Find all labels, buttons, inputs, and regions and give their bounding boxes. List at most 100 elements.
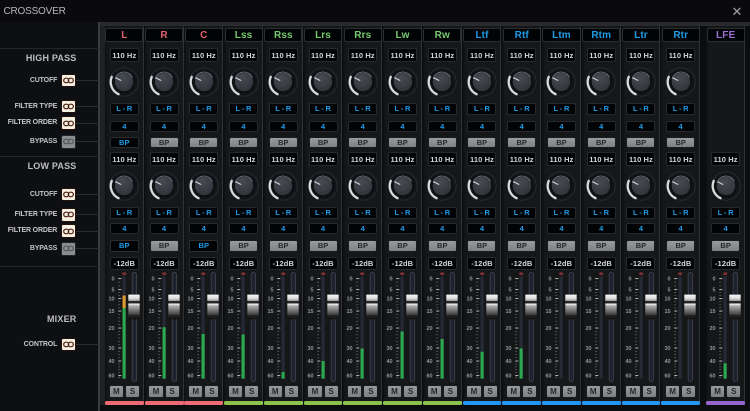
svg-text:60: 60 bbox=[188, 374, 194, 380]
svg-text:15: 15 bbox=[546, 309, 552, 315]
svg-text:60: 60 bbox=[585, 374, 591, 380]
svg-text:40: 40 bbox=[267, 359, 273, 365]
svg-text:40: 40 bbox=[710, 359, 716, 365]
svg-text:5: 5 bbox=[549, 288, 552, 294]
svg-text:0: 0 bbox=[713, 277, 716, 283]
svg-text:30: 30 bbox=[506, 346, 512, 352]
svg-text:15: 15 bbox=[665, 309, 671, 315]
svg-text:60: 60 bbox=[506, 374, 512, 380]
svg-text:60: 60 bbox=[426, 374, 432, 380]
svg-text:20: 20 bbox=[228, 326, 234, 332]
svg-text:5: 5 bbox=[191, 288, 194, 294]
svg-text:40: 40 bbox=[228, 359, 234, 365]
svg-text:40: 40 bbox=[585, 359, 591, 365]
svg-text:15: 15 bbox=[108, 309, 114, 315]
svg-text:20: 20 bbox=[546, 326, 552, 332]
svg-text:40: 40 bbox=[665, 359, 671, 365]
svg-text:30: 30 bbox=[426, 346, 432, 352]
svg-text:15: 15 bbox=[267, 309, 273, 315]
svg-text:60: 60 bbox=[387, 374, 393, 380]
svg-text:40: 40 bbox=[625, 359, 631, 365]
svg-text:5: 5 bbox=[350, 288, 353, 294]
svg-text:10: 10 bbox=[228, 297, 234, 303]
svg-text:10: 10 bbox=[546, 297, 552, 303]
svg-text:15: 15 bbox=[585, 309, 591, 315]
svg-text:40: 40 bbox=[148, 359, 154, 365]
svg-text:5: 5 bbox=[509, 288, 512, 294]
svg-text:60: 60 bbox=[625, 374, 631, 380]
svg-text:15: 15 bbox=[466, 309, 472, 315]
svg-text:0: 0 bbox=[668, 277, 671, 283]
svg-text:20: 20 bbox=[506, 326, 512, 332]
svg-text:0: 0 bbox=[628, 277, 631, 283]
svg-text:20: 20 bbox=[585, 326, 591, 332]
svg-text:15: 15 bbox=[710, 309, 716, 315]
svg-text:40: 40 bbox=[307, 359, 313, 365]
svg-text:60: 60 bbox=[228, 374, 234, 380]
svg-text:15: 15 bbox=[625, 309, 631, 315]
svg-text:5: 5 bbox=[111, 288, 114, 294]
svg-text:60: 60 bbox=[466, 374, 472, 380]
svg-text:15: 15 bbox=[347, 309, 353, 315]
svg-text:10: 10 bbox=[188, 297, 194, 303]
svg-text:30: 30 bbox=[625, 346, 631, 352]
svg-text:5: 5 bbox=[390, 288, 393, 294]
svg-text:40: 40 bbox=[347, 359, 353, 365]
svg-text:30: 30 bbox=[347, 346, 353, 352]
svg-text:60: 60 bbox=[546, 374, 552, 380]
svg-text:10: 10 bbox=[108, 297, 114, 303]
svg-text:20: 20 bbox=[188, 326, 194, 332]
svg-text:5: 5 bbox=[469, 288, 472, 294]
svg-text:0: 0 bbox=[111, 277, 114, 283]
svg-text:5: 5 bbox=[270, 288, 273, 294]
svg-text:30: 30 bbox=[307, 346, 313, 352]
svg-text:10: 10 bbox=[710, 297, 716, 303]
svg-text:15: 15 bbox=[148, 309, 154, 315]
svg-text:0: 0 bbox=[191, 277, 194, 283]
svg-text:15: 15 bbox=[506, 309, 512, 315]
svg-text:20: 20 bbox=[387, 326, 393, 332]
svg-text:15: 15 bbox=[426, 309, 432, 315]
svg-text:30: 30 bbox=[387, 346, 393, 352]
svg-text:10: 10 bbox=[585, 297, 591, 303]
svg-text:40: 40 bbox=[426, 359, 432, 365]
svg-text:5: 5 bbox=[151, 288, 154, 294]
svg-text:60: 60 bbox=[710, 374, 716, 380]
svg-text:20: 20 bbox=[665, 326, 671, 332]
svg-text:5: 5 bbox=[713, 288, 716, 294]
svg-text:60: 60 bbox=[307, 374, 313, 380]
svg-text:30: 30 bbox=[585, 346, 591, 352]
svg-text:30: 30 bbox=[267, 346, 273, 352]
svg-text:0: 0 bbox=[549, 277, 552, 283]
svg-text:10: 10 bbox=[665, 297, 671, 303]
svg-text:0: 0 bbox=[588, 277, 591, 283]
svg-text:30: 30 bbox=[466, 346, 472, 352]
svg-text:10: 10 bbox=[625, 297, 631, 303]
svg-text:40: 40 bbox=[466, 359, 472, 365]
svg-text:20: 20 bbox=[108, 326, 114, 332]
svg-text:20: 20 bbox=[426, 326, 432, 332]
svg-text:20: 20 bbox=[307, 326, 313, 332]
svg-text:40: 40 bbox=[387, 359, 393, 365]
svg-text:40: 40 bbox=[546, 359, 552, 365]
svg-text:30: 30 bbox=[710, 346, 716, 352]
svg-text:0: 0 bbox=[509, 277, 512, 283]
svg-text:5: 5 bbox=[231, 288, 234, 294]
svg-text:10: 10 bbox=[506, 297, 512, 303]
svg-text:20: 20 bbox=[148, 326, 154, 332]
svg-text:20: 20 bbox=[347, 326, 353, 332]
svg-text:0: 0 bbox=[350, 277, 353, 283]
svg-text:30: 30 bbox=[665, 346, 671, 352]
svg-text:15: 15 bbox=[307, 309, 313, 315]
svg-text:20: 20 bbox=[466, 326, 472, 332]
svg-text:30: 30 bbox=[228, 346, 234, 352]
svg-text:10: 10 bbox=[347, 297, 353, 303]
svg-text:5: 5 bbox=[310, 288, 313, 294]
svg-text:10: 10 bbox=[387, 297, 393, 303]
svg-text:10: 10 bbox=[466, 297, 472, 303]
svg-text:60: 60 bbox=[148, 374, 154, 380]
svg-text:15: 15 bbox=[228, 309, 234, 315]
svg-text:0: 0 bbox=[270, 277, 273, 283]
svg-text:60: 60 bbox=[108, 374, 114, 380]
svg-text:0: 0 bbox=[429, 277, 432, 283]
